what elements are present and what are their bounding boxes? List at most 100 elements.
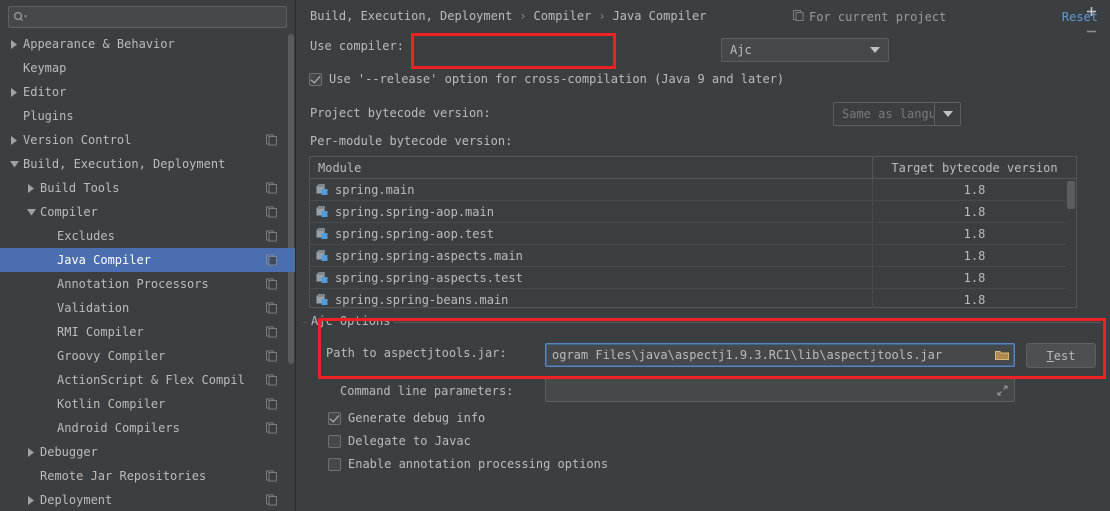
checkbox-enable-annotation-processing-options[interactable]: Enable annotation processing options (328, 457, 608, 471)
test-button[interactable]: Test (1026, 343, 1096, 368)
sidebar-item-editor[interactable]: Editor (0, 80, 295, 104)
test-button-rest: est (1053, 348, 1076, 363)
use-compiler-label: Use compiler: (310, 39, 404, 53)
search-container (0, 0, 295, 32)
chevron-down-icon[interactable] (8, 158, 20, 170)
sidebar-item-android-compilers[interactable]: Android Compilers (0, 416, 295, 440)
table-body: spring.main 1.8 spring.spring-aop.main 1.8 s… (310, 179, 1076, 307)
project-bytecode-row: Project bytecode version: (310, 106, 491, 120)
module-icon (316, 183, 329, 196)
checkbox-generate-debug-info[interactable]: Generate debug info (328, 411, 485, 425)
module-bytecode-table[interactable]: Module Target bytecode version spring.ma… (309, 156, 1077, 308)
table-row[interactable]: spring.spring-aop.test 1.8 (310, 223, 1076, 245)
checkbox-box (328, 457, 341, 471)
column-header-module[interactable]: Module (310, 157, 873, 178)
sidebar-item-validation[interactable]: Validation (0, 296, 295, 320)
use-compiler-dropdown[interactable]: Ajc (721, 38, 889, 62)
sidebar-item-excludes[interactable]: Excludes (0, 224, 295, 248)
ajc-checkbox-row-0[interactable]: Generate debug info (328, 411, 485, 425)
sidebar-item-compiler[interactable]: Compiler (0, 200, 295, 224)
cmdline-label: Command line parameters: (340, 384, 514, 398)
sidebar-item-deployment[interactable]: Deployment (0, 488, 295, 510)
table-scrollbar[interactable] (1066, 179, 1076, 307)
table-scrollbar-thumb[interactable] (1067, 181, 1075, 209)
chevron-right-icon[interactable] (25, 494, 37, 506)
per-module-label: Per-module bytecode version: (310, 134, 513, 148)
sidebar-item-java-compiler[interactable]: Java Compiler (0, 248, 295, 272)
chevron-right-icon[interactable] (8, 134, 20, 146)
cell-target-version[interactable]: 1.8 (873, 245, 1076, 266)
sidebar-item-version-control[interactable]: Version Control (0, 128, 295, 152)
sidebar-item-label: Kotlin Compiler (57, 397, 166, 411)
column-header-target-version[interactable]: Target bytecode version (873, 157, 1076, 178)
sidebar-item-label: Excludes (57, 229, 115, 243)
breadcrumb-item-0[interactable]: Build, Execution, Deployment (310, 9, 512, 23)
breadcrumb-item-1[interactable]: Compiler (534, 9, 592, 23)
sidebar-item-label: Appearance & Behavior (23, 37, 175, 51)
sidebar-item-label: Annotation Processors (57, 277, 209, 291)
folder-icon[interactable] (994, 349, 1010, 361)
ajc-checkbox-row-2[interactable]: Enable annotation processing options (328, 457, 608, 471)
sidebar-item-groovy-compiler[interactable]: Groovy Compiler (0, 344, 295, 368)
search-input[interactable] (29, 10, 282, 24)
table-row[interactable]: spring.spring-aspects.test 1.8 (310, 267, 1076, 289)
cell-target-version[interactable]: 1.8 (873, 289, 1076, 307)
table-row[interactable]: spring.main 1.8 (310, 179, 1076, 201)
sidebar-item-debugger[interactable]: Debugger (0, 440, 295, 464)
sidebar-item-build-execution-deployment[interactable]: Build, Execution, Deployment (0, 152, 295, 176)
project-bytecode-dropdown[interactable]: Same as langu (833, 102, 961, 126)
breadcrumb-separator: › (519, 9, 527, 23)
sidebar-item-keymap[interactable]: Keymap (0, 56, 295, 80)
expand-icon[interactable] (994, 385, 1010, 396)
project-bytecode-value: Same as langu (842, 107, 934, 121)
remove-module-button[interactable] (1081, 21, 1101, 41)
chevron-right-icon[interactable] (8, 38, 20, 50)
sidebar-item-kotlin-compiler[interactable]: Kotlin Compiler (0, 392, 295, 416)
settings-dialog: Appearance & Behavior Keymap Editor Plugins… (0, 0, 1110, 511)
use-compiler-row: Use compiler: (310, 39, 404, 53)
cell-target-version[interactable]: 1.8 (873, 179, 1076, 200)
module-icon (316, 271, 329, 284)
cell-target-version[interactable]: 1.8 (873, 201, 1076, 222)
add-module-button[interactable] (1081, 1, 1101, 21)
ajc-checkbox-row-1[interactable]: Delegate to Javac (328, 434, 471, 448)
settings-tree[interactable]: Appearance & Behavior Keymap Editor Plugins… (0, 32, 295, 510)
sidebar-item-plugins[interactable]: Plugins (0, 104, 295, 128)
search-box[interactable] (8, 6, 287, 28)
chevron-down-icon[interactable] (25, 206, 37, 218)
project-scope-icon (266, 182, 277, 194)
cell-target-version[interactable]: 1.8 (873, 267, 1076, 288)
checkbox-delegate-to-javac[interactable]: Delegate to Javac (328, 434, 471, 448)
release-option-checkbox[interactable]: Use '--release' option for cross-compila… (309, 72, 784, 86)
aspectj-path-input[interactable]: ogram Files\java\aspectj1.9.3.RC1\lib\as… (545, 343, 1015, 367)
chevron-down-icon[interactable] (934, 103, 960, 125)
sidebar-item-label: Groovy Compiler (57, 349, 166, 363)
aspectj-path-row: Path to aspectjtools.jar: (326, 346, 507, 360)
release-option-row[interactable]: Use '--release' option for cross-compila… (309, 72, 784, 86)
sidebar-item-appearance-behavior[interactable]: Appearance & Behavior (0, 32, 295, 56)
sidebar-item-remote-jar-repositories[interactable]: Remote Jar Repositories (0, 464, 295, 488)
chevron-down-icon (862, 47, 888, 53)
sidebar-item-label: Build Tools (40, 181, 120, 195)
table-row[interactable]: spring.spring-aop.main 1.8 (310, 201, 1076, 223)
chevron-right-icon[interactable] (25, 446, 37, 458)
sidebar-item-rmi-compiler[interactable]: RMI Compiler (0, 320, 295, 344)
project-bytecode-label: Project bytecode version: (310, 106, 491, 120)
table-buttons (1081, 1, 1101, 41)
table-row[interactable]: spring.spring-beans.main 1.8 (310, 289, 1076, 307)
project-scope-icon (266, 350, 277, 362)
cmdline-input[interactable] (545, 378, 1015, 402)
sidebar-item-annotation-processors[interactable]: Annotation Processors (0, 272, 295, 296)
chevron-right-icon[interactable] (8, 86, 20, 98)
chevron-right-icon[interactable] (25, 182, 37, 194)
checkbox-box (309, 72, 322, 86)
sidebar-item-actionscript-flex-compil[interactable]: ActionScript & Flex Compil (0, 368, 295, 392)
cell-target-version[interactable]: 1.8 (873, 223, 1076, 244)
table-row[interactable]: spring.spring-aspects.main 1.8 (310, 245, 1076, 267)
ajc-options-title: Ajc Options (307, 314, 395, 328)
sidebar-item-build-tools[interactable]: Build Tools (0, 176, 295, 200)
